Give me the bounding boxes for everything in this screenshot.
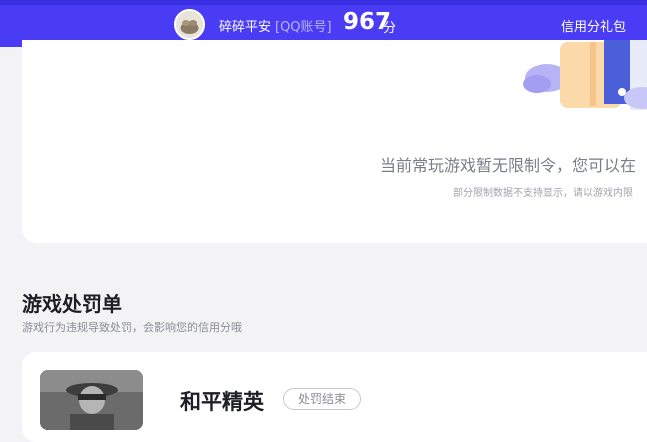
no-restriction-illustration-icon <box>523 40 647 110</box>
game-character-image <box>40 370 143 430</box>
username: 碎碎平安 <box>219 20 272 35</box>
penalty-section-subtitle: 游戏行为违规导致处罚，会影响您的信用分哦 <box>22 321 242 334</box>
restriction-status-card: 当前常玩游戏暂无限制令，您可以在 部分限制数据不支持显示，请以游戏内限 <box>22 40 647 243</box>
restriction-data-note: 部分限制数据不支持显示，请以游戏内限 <box>453 188 633 199</box>
penalty-status-badge: 处罚结束 <box>283 388 361 410</box>
header-top-strip <box>0 0 647 5</box>
account-type-label: [QQ账号] <box>275 20 332 35</box>
game-thumbnail <box>40 370 143 430</box>
credit-score-unit: 分 <box>383 21 397 36</box>
game-name: 和平精英 <box>180 390 264 414</box>
avatar-image <box>176 11 203 38</box>
credit-gift-link[interactable]: 信用分礼包 <box>561 16 626 35</box>
user-avatar[interactable] <box>174 9 205 40</box>
penalty-section-title: 游戏处罚单 <box>22 292 122 316</box>
no-restriction-message: 当前常玩游戏暂无限制令，您可以在 <box>380 156 637 175</box>
